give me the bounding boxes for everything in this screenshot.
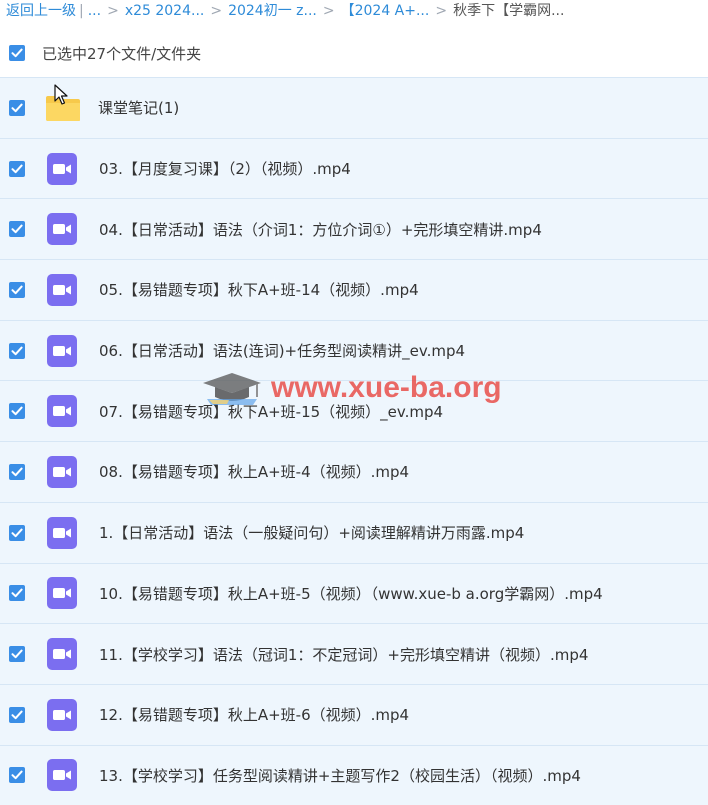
file-name[interactable]: 03.【月度复习课】（2）（视频）.mp4: [99, 158, 351, 179]
video-file-icon: [47, 759, 83, 792]
checkmark-icon: [11, 710, 23, 719]
checkmark-icon: [11, 467, 23, 477]
video-file-icon: [47, 516, 83, 549]
video-file-icon: [47, 334, 83, 367]
video-file-icon: [47, 395, 83, 428]
file-row[interactable]: 13.【学校学习】任务型阅读精讲+主题写作2（校园生活）（视频）.mp4: [0, 744, 708, 805]
row-checkbox[interactable]: [9, 281, 25, 298]
video-file-icon: [47, 152, 83, 185]
row-checkbox[interactable]: [9, 99, 25, 116]
file-row[interactable]: 07.【易错题专项】秋下A+班-15（视频）_ev.mp4: [0, 380, 708, 442]
checkmark-icon: [11, 48, 23, 58]
video-file-icon: [47, 638, 83, 671]
breadcrumb-chevron-icon: >: [107, 3, 119, 19]
checkmark-icon: [11, 528, 23, 537]
file-name[interactable]: 课堂笔记(1): [98, 97, 179, 118]
file-name[interactable]: 12.【易错题专项】秋上A+班-6（视频）.mp4: [99, 704, 409, 725]
mouse-cursor-icon: [54, 84, 68, 105]
file-name[interactable]: 04.【日常活动】语法（介词1：方位介词①）+完形填空精讲.mp4: [99, 219, 542, 240]
file-row[interactable]: 05.【易错题专项】秋下A+班-14（视频）.mp4: [0, 259, 708, 320]
row-checkbox[interactable]: [9, 463, 25, 480]
file-row[interactable]: 11.【学校学习】语法（冠词1：不定冠词）+完形填空精讲（视频）.mp4: [0, 623, 708, 684]
file-row[interactable]: 10.【易错题专项】秋上A+班-5（视频）（www.xue-b a.org学霸网…: [0, 562, 708, 624]
row-checkbox[interactable]: [9, 160, 25, 177]
video-file-icon: [47, 455, 83, 488]
breadcrumb-item-2024-grade7[interactable]: 2024初一 z...: [228, 1, 317, 21]
file-row[interactable]: 06.【日常活动】语法(连词)+任务型阅读精讲_ev.mp4: [0, 319, 708, 381]
file-row[interactable]: 03.【月度复习课】（2）（视频）.mp4: [0, 137, 708, 199]
file-name[interactable]: 05.【易错题专项】秋下A+班-14（视频）.mp4: [99, 279, 419, 300]
row-checkbox[interactable]: [9, 706, 25, 723]
breadcrumb-item-2024-aplus[interactable]: 【2024 A+...: [341, 1, 430, 21]
row-checkbox[interactable]: [9, 403, 25, 420]
file-name[interactable]: 06.【日常活动】语法(连词)+任务型阅读精讲_ev.mp4: [99, 340, 465, 361]
row-checkbox[interactable]: [9, 646, 25, 663]
checkmark-icon: [11, 164, 23, 173]
breadcrumb-item-ellipsis[interactable]: ...: [88, 1, 101, 21]
video-file-icon: [47, 213, 83, 246]
file-name[interactable]: 1.【日常活动】语法（一般疑问句）+阅读理解精讲万雨露.mp4: [99, 522, 524, 543]
breadcrumb-chevron-icon: >: [435, 3, 448, 19]
checkmark-icon: [11, 285, 23, 295]
file-row[interactable]: 08.【易错题专项】秋上A+班-4（视频）.mp4: [0, 441, 708, 502]
row-checkbox[interactable]: [9, 585, 25, 602]
file-name[interactable]: 10.【易错题专项】秋上A+班-5（视频）（www.xue-b a.org学霸网…: [99, 583, 603, 604]
file-name[interactable]: 13.【学校学习】任务型阅读精讲+主题写作2（校园生活）（视频）.mp4: [99, 765, 581, 786]
checkmark-icon: [11, 346, 23, 355]
checkmark-icon: [11, 771, 23, 780]
breadcrumb-chevron-icon: >: [210, 3, 223, 19]
file-row[interactable]: 04.【日常活动】语法（介词1：方位介词①）+完形填空精讲.mp4: [0, 198, 708, 260]
selection-count-text: 已选中27个文件/文件夹: [42, 44, 202, 63]
select-all-checkbox[interactable]: [9, 45, 25, 61]
back-link[interactable]: 返回上一级: [6, 1, 76, 21]
file-name[interactable]: 11.【学校学习】语法（冠词1：不定冠词）+完形填空精讲（视频）.mp4: [99, 644, 588, 665]
row-checkbox[interactable]: [9, 342, 25, 359]
file-row[interactable]: 12.【易错题专项】秋上A+班-6（视频）.mp4: [0, 683, 708, 745]
breadcrumb-item-x25[interactable]: x25 2024...: [125, 1, 205, 21]
breadcrumb: 返回上一级 | ... > x25 2024... > 2024初一 z... …: [0, 0, 708, 22]
file-name[interactable]: 07.【易错题专项】秋下A+班-15（视频）_ev.mp4: [99, 401, 443, 422]
video-file-icon: [47, 577, 83, 610]
video-file-icon: [47, 273, 83, 306]
row-checkbox[interactable]: [9, 767, 25, 784]
file-row[interactable]: 1.【日常活动】语法（一般疑问句）+阅读理解精讲万雨露.mp4: [0, 501, 708, 563]
row-checkbox[interactable]: [9, 221, 25, 238]
breadcrumb-chevron-icon: >: [322, 3, 335, 19]
checkmark-icon: [11, 103, 23, 113]
checkmark-icon: [11, 649, 23, 659]
breadcrumb-current: 秋季下【学霸网...: [453, 3, 565, 19]
file-list: 课堂笔记(1) 03.【月度复习课】（2）（视频）.mp4 04.【日常活动】语法（…: [0, 77, 708, 805]
checkmark-icon: [11, 588, 23, 598]
folder-row[interactable]: 课堂笔记(1): [0, 77, 708, 138]
selection-bar: 已选中27个文件/文件夹: [0, 38, 708, 68]
file-name[interactable]: 08.【易错题专项】秋上A+班-4（视频）.mp4: [99, 461, 409, 482]
row-checkbox[interactable]: [9, 524, 25, 541]
breadcrumb-separator: |: [79, 3, 84, 19]
checkmark-icon: [11, 224, 23, 234]
video-file-icon: [47, 698, 83, 731]
checkmark-icon: [11, 406, 23, 416]
